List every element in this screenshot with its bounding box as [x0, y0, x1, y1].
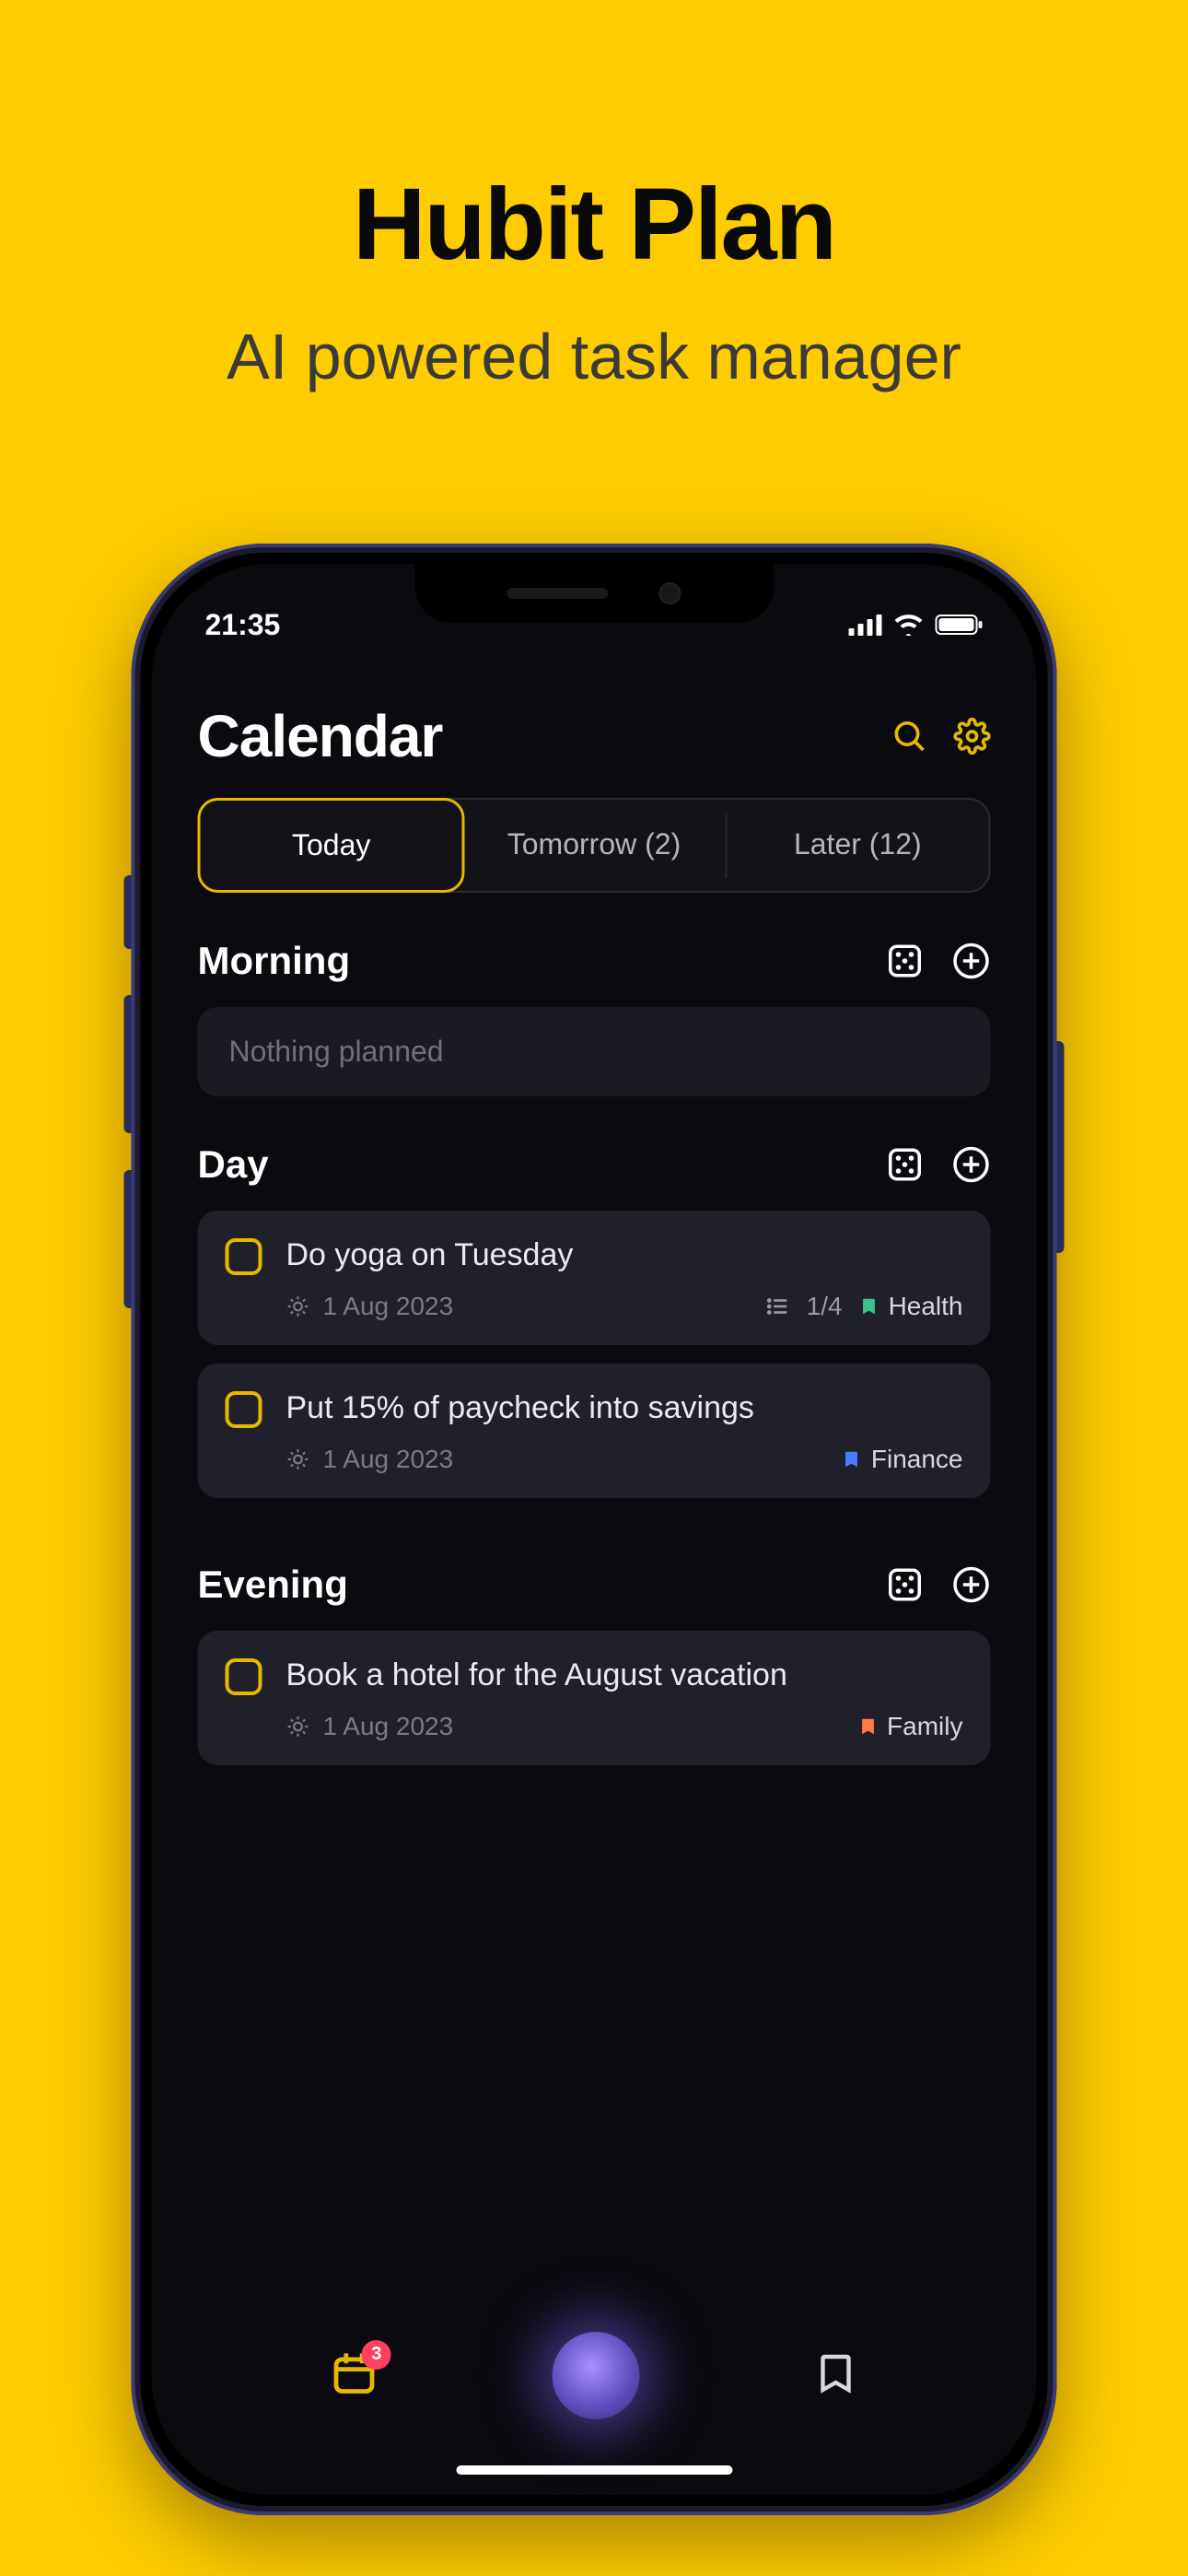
- home-indicator[interactable]: [456, 2465, 732, 2475]
- phone-screen: 21:35 Calendar Today Tomorrow (2) Later …: [152, 564, 1037, 2495]
- promo-title: Hubit Plan: [0, 0, 1188, 283]
- page-title: Calendar: [198, 702, 443, 770]
- task-tag: Family: [857, 1712, 962, 1741]
- tab-today[interactable]: Today: [198, 798, 465, 893]
- bottom-nav: 3: [152, 2315, 1037, 2435]
- search-icon[interactable]: [891, 718, 928, 755]
- task-tag: Finance: [842, 1445, 963, 1474]
- dice-icon[interactable]: [886, 1145, 925, 1184]
- task-title: Do yoga on Tuesday: [286, 1235, 963, 1277]
- tag-label: Family: [887, 1712, 962, 1741]
- task-card[interactable]: Do yoga on Tuesday 1 Aug 2023 1/4 Health: [198, 1211, 991, 1345]
- volume-down-button: [124, 1170, 132, 1308]
- task-checkbox[interactable]: [226, 1238, 262, 1275]
- nav-ai-button[interactable]: [552, 2332, 639, 2419]
- camera: [659, 582, 681, 604]
- bookmark-icon: [857, 1715, 878, 1739]
- phone-frame: 21:35 Calendar Today Tomorrow (2) Later …: [132, 544, 1057, 2515]
- task-date: 1 Aug 2023: [323, 1445, 454, 1474]
- side-button: [124, 875, 132, 949]
- bookmark-icon: [859, 1294, 879, 1318]
- task-card[interactable]: Put 15% of paycheck into savings 1 Aug 2…: [198, 1364, 991, 1498]
- section-title-evening: Evening: [198, 1563, 348, 1607]
- tab-tomorrow[interactable]: Tomorrow (2): [463, 800, 725, 891]
- section-evening: Evening Book a hotel for the August vaca…: [152, 1516, 1037, 1765]
- nav-badge: 3: [362, 2340, 391, 2370]
- task-card[interactable]: Book a hotel for the August vacation 1 A…: [198, 1631, 991, 1765]
- empty-state-morning: Nothing planned: [198, 1007, 991, 1096]
- sun-icon: [286, 1294, 310, 1318]
- speaker: [507, 588, 609, 599]
- sun-icon: [286, 1715, 310, 1739]
- status-icons: [849, 614, 984, 636]
- task-checkbox[interactable]: [226, 1658, 262, 1695]
- promo-subtitle: AI powered task manager: [0, 320, 1188, 393]
- task-date: 1 Aug 2023: [323, 1292, 454, 1321]
- wifi-icon: [893, 614, 925, 636]
- dice-icon[interactable]: [886, 1565, 925, 1604]
- page-header: Calendar: [152, 656, 1037, 798]
- task-date: 1 Aug 2023: [323, 1712, 454, 1741]
- task-tag: Health: [859, 1292, 963, 1321]
- bookmark-icon: [813, 2349, 857, 2397]
- section-day: Day Do yoga on Tuesday 1 Aug 2023 1/4: [152, 1096, 1037, 1498]
- subtask-count: 1/4: [807, 1292, 843, 1321]
- bookmark-icon: [842, 1447, 862, 1471]
- plus-circle-icon[interactable]: [952, 1145, 991, 1184]
- plus-circle-icon[interactable]: [952, 942, 991, 980]
- phone-notch: [414, 564, 774, 623]
- task-title: Put 15% of paycheck into savings: [286, 1388, 963, 1430]
- task-title: Book a hotel for the August vacation: [286, 1655, 963, 1697]
- section-title-morning: Morning: [198, 939, 351, 983]
- section-morning: Morning Nothing planned: [152, 893, 1037, 1096]
- cellular-icon: [849, 614, 882, 636]
- volume-up-button: [124, 995, 132, 1133]
- tag-label: Finance: [871, 1445, 963, 1474]
- task-checkbox[interactable]: [226, 1391, 262, 1428]
- nav-calendar-button[interactable]: 3: [331, 2349, 379, 2402]
- tag-label: Health: [889, 1292, 963, 1321]
- plus-circle-icon[interactable]: [952, 1565, 991, 1604]
- tab-later[interactable]: Later (12): [727, 800, 988, 891]
- dice-icon[interactable]: [886, 942, 925, 980]
- gear-icon[interactable]: [954, 718, 991, 755]
- battery-icon: [936, 614, 984, 636]
- section-title-day: Day: [198, 1142, 269, 1187]
- subtask-list-icon: [766, 1294, 790, 1318]
- date-tabs: Today Tomorrow (2) Later (12): [198, 798, 991, 893]
- power-button: [1057, 1041, 1065, 1253]
- sun-icon: [286, 1447, 310, 1471]
- nav-bookmark-button[interactable]: [813, 2349, 857, 2402]
- status-time: 21:35: [205, 608, 281, 642]
